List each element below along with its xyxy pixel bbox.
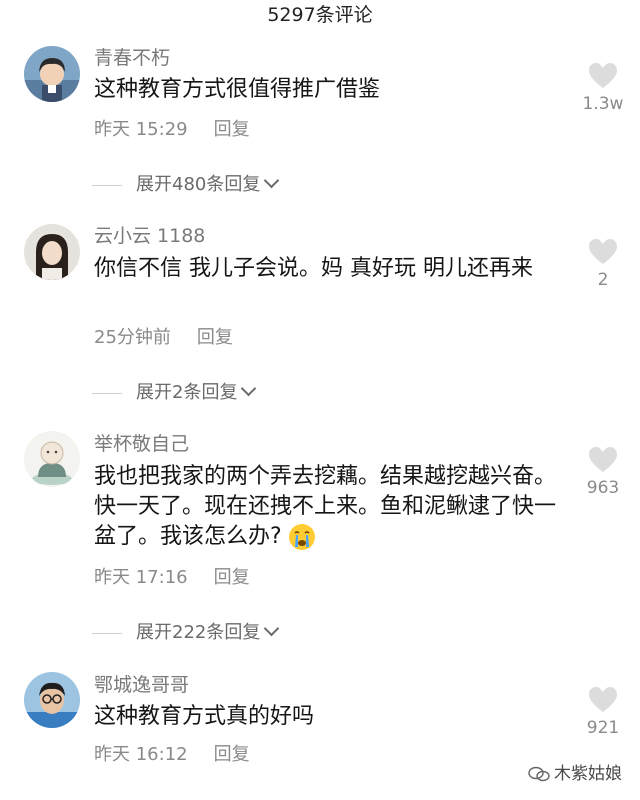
cartoon-monk-avatar-icon bbox=[24, 431, 80, 487]
heart-icon bbox=[589, 687, 617, 712]
comment-username[interactable]: 举杯敬自己 bbox=[94, 432, 189, 456]
expand-replies-label: 展开2条回复 bbox=[136, 382, 238, 403]
divider bbox=[92, 184, 122, 186]
comment-time: 昨天 16:12 bbox=[94, 744, 188, 765]
avatar[interactable] bbox=[24, 431, 80, 487]
reply-button[interactable]: 回复 bbox=[197, 327, 233, 348]
child-glasses-avatar-icon bbox=[24, 672, 80, 728]
woman-avatar-icon bbox=[24, 224, 80, 280]
comment-text: 你信不信 我儿子会说。妈 真好玩 明儿还再来 bbox=[94, 256, 533, 281]
divider bbox=[92, 632, 122, 634]
comment-meta: 昨天 16:12 回复 bbox=[94, 743, 250, 767]
like-count: 921 bbox=[586, 718, 620, 738]
watermark-text: 木紫姑娘 bbox=[554, 764, 622, 784]
comment-text: 这种教育方式真的好吗 bbox=[94, 704, 315, 729]
comment-time: 昨天 15:29 bbox=[94, 119, 188, 140]
avatar[interactable] bbox=[24, 46, 80, 102]
comment-time: 25分钟前 bbox=[94, 327, 171, 348]
avatar[interactable] bbox=[24, 672, 80, 728]
heart-icon bbox=[589, 239, 617, 264]
comment-username[interactable]: 鄂城逸哥哥 bbox=[94, 673, 189, 697]
comment-text: 我也把我家的两个弄去挖藕。结果越挖越兴奋。快一天了。现在还拽不上来。鱼和泥鳅逮了… bbox=[94, 462, 564, 552]
like-count: 2 bbox=[597, 270, 609, 290]
divider bbox=[92, 392, 122, 394]
expand-replies-button[interactable]: 展开222条回复 bbox=[92, 620, 280, 645]
crying-face-icon bbox=[288, 523, 316, 551]
like-button[interactable]: 963 bbox=[578, 446, 628, 498]
comment-meta: 昨天 17:16 回复 bbox=[94, 566, 250, 590]
like-count: 963 bbox=[586, 478, 620, 498]
wechat-official-account-icon bbox=[528, 766, 550, 782]
like-button[interactable]: 2 bbox=[578, 238, 628, 290]
watermark: 木紫姑娘 bbox=[528, 759, 622, 784]
reply-button[interactable]: 回复 bbox=[214, 119, 250, 140]
expand-replies-button[interactable]: 展开2条回复 bbox=[92, 380, 257, 405]
comment-time: 昨天 17:16 bbox=[94, 567, 188, 588]
like-count: 1.3w bbox=[582, 94, 624, 114]
comment-meta: 昨天 15:29 回复 bbox=[94, 118, 250, 142]
comment-username[interactable]: 云小云 1188 bbox=[94, 224, 205, 248]
comment-text: 这种教育方式很值得推广借鉴 bbox=[94, 77, 381, 102]
anime-boy-avatar-icon bbox=[24, 46, 80, 102]
heart-icon bbox=[589, 63, 617, 88]
reply-button[interactable]: 回复 bbox=[214, 567, 250, 588]
reply-button[interactable]: 回复 bbox=[214, 744, 250, 765]
comment-username[interactable]: 青春不朽 bbox=[94, 46, 170, 70]
chevron-down-icon bbox=[241, 380, 257, 397]
expand-replies-label: 展开222条回复 bbox=[136, 622, 261, 643]
avatar[interactable] bbox=[24, 224, 80, 280]
chevron-down-icon bbox=[264, 620, 280, 637]
heart-icon bbox=[589, 447, 617, 472]
comment-text-content: 我也把我家的两个弄去挖藕。结果越挖越兴奋。快一天了。现在还拽不上来。鱼和泥鳅逮了… bbox=[94, 464, 557, 549]
like-button[interactable]: 1.3w bbox=[578, 62, 628, 114]
comments-count-title: 5297条评论 bbox=[267, 4, 373, 26]
expand-replies-label: 展开480条回复 bbox=[136, 174, 261, 195]
comment-meta: 25分钟前 回复 bbox=[94, 326, 233, 350]
like-button[interactable]: 921 bbox=[578, 686, 628, 738]
expand-replies-button[interactable]: 展开480条回复 bbox=[92, 172, 280, 197]
chevron-down-icon bbox=[264, 172, 280, 189]
